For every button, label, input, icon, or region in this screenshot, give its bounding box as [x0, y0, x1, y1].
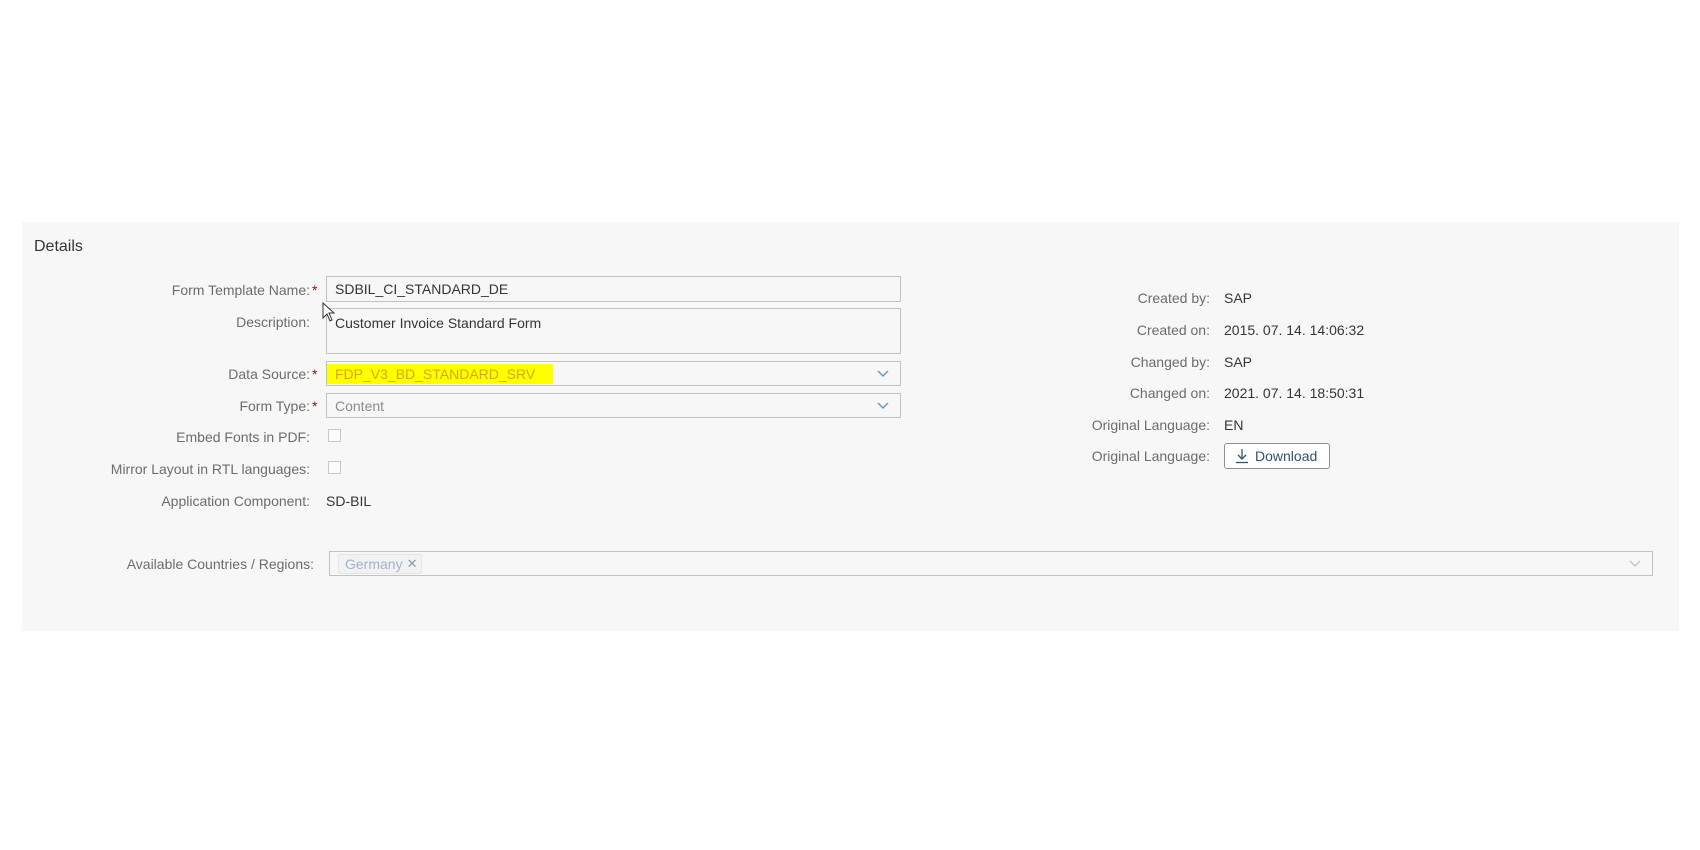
- download-button-label: Download: [1255, 448, 1318, 464]
- form-type-select[interactable]: Content: [326, 393, 901, 418]
- chevron-down-icon[interactable]: [1628, 556, 1642, 570]
- mirror-layout-label: Mirror Layout in RTL languages:: [110, 461, 310, 477]
- form-type-label: Form Type:: [239, 398, 310, 414]
- country-token[interactable]: Germany ✕: [338, 553, 423, 574]
- country-token-label: Germany: [345, 555, 403, 572]
- created-by-label: Created by:: [1137, 290, 1210, 306]
- description-value: Customer Invoice Standard Form: [335, 315, 542, 331]
- required-indicator: *: [312, 282, 318, 298]
- original-language-value: EN: [1224, 417, 1244, 433]
- changed-on-label: Changed on:: [1129, 385, 1210, 401]
- mouse-cursor-icon: [322, 302, 336, 322]
- available-countries-label: Available Countries / Regions:: [126, 556, 314, 572]
- panel-title: Details: [34, 238, 83, 255]
- original-language-label: Original Language:: [1091, 417, 1210, 433]
- original-language-file-label: Original Language:: [1091, 448, 1210, 464]
- chevron-down-icon[interactable]: [876, 366, 890, 380]
- required-indicator: *: [312, 366, 318, 382]
- embed-fonts-label: Embed Fonts in PDF:: [176, 429, 310, 445]
- embed-fonts-checkbox[interactable]: [328, 429, 341, 442]
- available-countries-multiinput[interactable]: Germany ✕: [329, 551, 1653, 576]
- created-on-value: 2015. 07. 14. 14:06:32: [1224, 322, 1365, 338]
- changed-by-value: SAP: [1224, 354, 1253, 370]
- form-template-name-field[interactable]: SDBIL_CI_STANDARD_DE: [326, 276, 901, 302]
- download-button[interactable]: Download: [1224, 443, 1331, 469]
- mirror-layout-checkbox[interactable]: [328, 461, 341, 474]
- description-field[interactable]: Customer Invoice Standard Form: [326, 308, 901, 354]
- close-icon[interactable]: ✕: [407, 556, 418, 572]
- description-label: Description:: [236, 314, 310, 330]
- application-component-value: SD-BIL: [326, 493, 372, 509]
- created-by-value: SAP: [1224, 290, 1253, 306]
- data-source-select[interactable]: FDP_V3_BD_STANDARD_SRV: [326, 361, 901, 386]
- changed-by-label: Changed by:: [1130, 354, 1210, 370]
- form-template-name-value: SDBIL_CI_STANDARD_DE: [335, 281, 509, 297]
- form-type-value: Content: [335, 397, 385, 414]
- data-source-value: FDP_V3_BD_STANDARD_SRV: [327, 363, 554, 384]
- download-icon: [1236, 449, 1248, 464]
- created-on-label: Created on:: [1136, 322, 1210, 338]
- required-indicator: *: [312, 398, 318, 414]
- application-component-label: Application Component:: [161, 493, 310, 509]
- form-template-name-label: Form Template Name:: [171, 282, 310, 298]
- data-source-label: Data Source:: [228, 366, 310, 382]
- changed-on-value: 2021. 07. 14. 18:50:31: [1224, 385, 1365, 401]
- chevron-down-icon[interactable]: [876, 398, 890, 412]
